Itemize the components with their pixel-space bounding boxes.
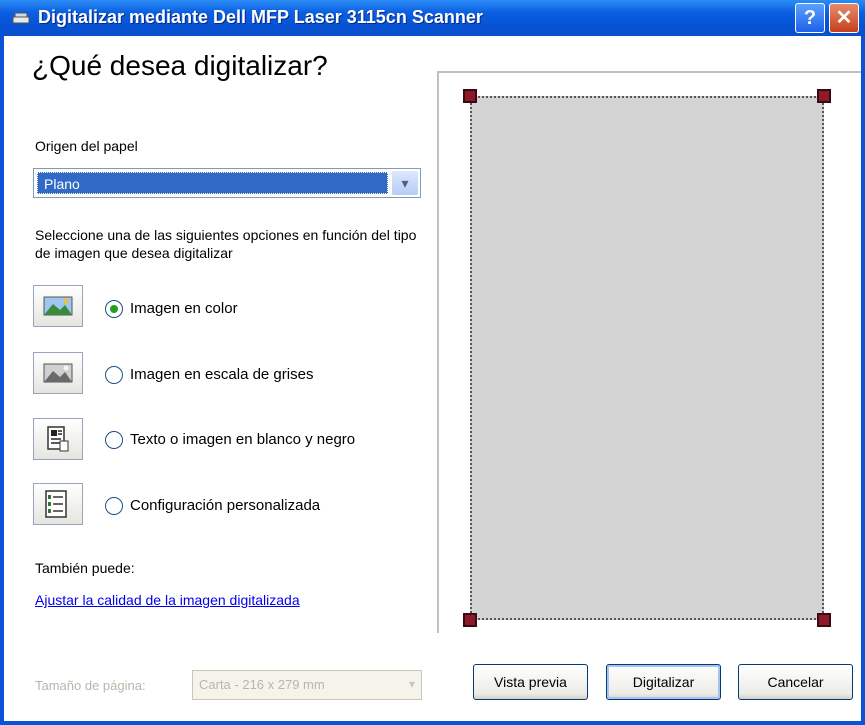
page-size-label: Tamaño de página:: [35, 678, 146, 693]
title-bar[interactable]: Digitalizar mediante Dell MFP Laser 3115…: [0, 0, 865, 36]
chevron-down-icon: ▾: [408, 677, 415, 691]
adjust-quality-link[interactable]: Ajustar la calidad de la imagen digitali…: [35, 592, 300, 608]
page-size-select: Carta - 216 x 279 mm ▾: [192, 670, 422, 700]
custom-settings-label[interactable]: Configuración personalizada: [130, 497, 320, 514]
window-title: Digitalizar mediante Dell MFP Laser 3115…: [38, 7, 483, 27]
color-image-label[interactable]: Imagen en color: [130, 300, 238, 317]
scanner-icon: [12, 12, 30, 24]
page-title: ¿Qué desea digitalizar?: [32, 50, 328, 81]
preview-button[interactable]: Vista previa: [473, 664, 588, 700]
grayscale-image-label[interactable]: Imagen en escala de grises: [130, 366, 313, 383]
color-image-radio[interactable]: [105, 300, 123, 318]
chevron-down-icon[interactable]: ▾: [392, 171, 418, 195]
scan-dialog: Digitalizar mediante Dell MFP Laser 3115…: [0, 0, 865, 725]
paper-source-selected: Plano: [37, 172, 388, 194]
crop-handle-top-left[interactable]: [463, 89, 477, 103]
grayscale-photo-icon[interactable]: [33, 352, 83, 394]
crop-handle-bottom-right[interactable]: [817, 613, 831, 627]
close-button[interactable]: ✕: [829, 3, 859, 33]
custom-settings-icon[interactable]: [33, 483, 83, 525]
paper-source-select[interactable]: Plano ▾: [33, 168, 421, 198]
crop-handle-top-right[interactable]: [817, 89, 831, 103]
crop-handle-bottom-left[interactable]: [463, 613, 477, 627]
paper-source-label: Origen del papel: [35, 138, 138, 154]
bw-text-icon[interactable]: [33, 418, 83, 460]
instructions-text: Seleccione una de las siguientes opcione…: [35, 227, 417, 261]
color-photo-icon[interactable]: [33, 285, 83, 327]
help-button[interactable]: ?: [795, 3, 825, 33]
custom-settings-radio[interactable]: [105, 497, 123, 515]
scan-button[interactable]: Digitalizar: [606, 664, 721, 700]
grayscale-image-radio[interactable]: [105, 366, 123, 384]
scan-region[interactable]: [470, 96, 824, 620]
page-size-value: Carta - 216 x 279 mm: [199, 677, 325, 692]
bw-image-radio[interactable]: [105, 431, 123, 449]
bw-image-label[interactable]: Texto o imagen en blanco y negro: [130, 431, 355, 448]
also-label: También puede:: [35, 560, 135, 576]
paper-source-value: Plano: [44, 176, 80, 192]
cancel-button[interactable]: Cancelar: [738, 664, 853, 700]
